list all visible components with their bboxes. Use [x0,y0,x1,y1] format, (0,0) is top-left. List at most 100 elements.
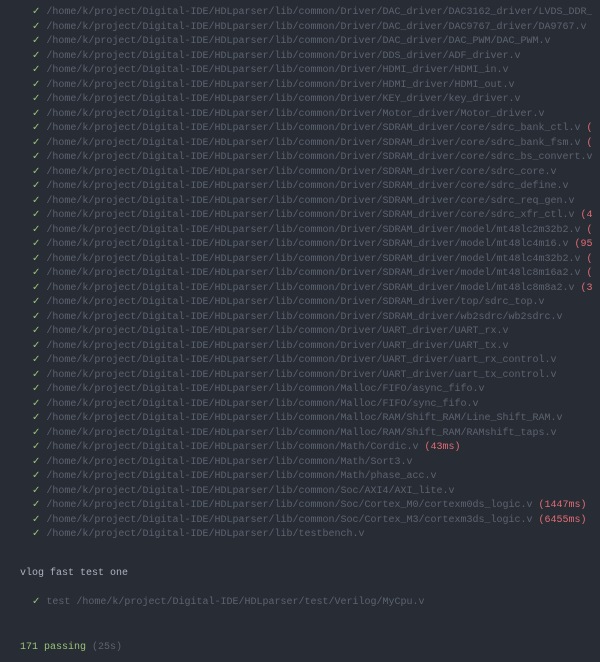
checkmark-icon: ✓ [32,7,40,18]
test-result-line: ✓ /home/k/project/Digital-IDE/HDLparser/… [8,311,592,326]
checkmark-icon: ✓ [32,225,40,236]
checkmark-icon: ✓ [32,399,40,410]
checkmark-icon: ✓ [32,22,40,33]
file-path: /home/k/project/Digital-IDE/HDLparser/li… [46,65,508,76]
section-title: vlog fast test one [20,568,128,579]
file-path: /home/k/project/Digital-IDE/HDLparser/li… [46,457,412,468]
test-result-line: ✓ /home/k/project/Digital-IDE/HDLparser/… [8,325,592,340]
duration-badge: (6455ms) [539,515,587,526]
checkmark-icon: ✓ [32,283,40,294]
file-path: /home/k/project/Digital-IDE/HDLparser/li… [46,471,436,482]
file-path: /home/k/project/Digital-IDE/HDLparser/li… [46,196,574,207]
file-path: /home/k/project/Digital-IDE/HDLparser/li… [46,384,484,395]
file-path: /home/k/project/Digital-IDE/HDLparser/li… [46,312,562,323]
checkmark-icon: ✓ [32,152,40,163]
checkmark-icon: ✓ [32,65,40,76]
file-path: /home/k/project/Digital-IDE/HDLparser/li… [46,326,508,337]
test-result-line: ✓ /home/k/project/Digital-IDE/HDLparser/… [8,64,592,79]
test-result-line: ✓ /home/k/project/Digital-IDE/HDLparser/… [8,456,592,471]
checkmark-icon: ✓ [32,94,40,105]
test-result-line: ✓ /home/k/project/Digital-IDE/HDLparser/… [8,470,592,485]
file-path: /home/k/project/Digital-IDE/HDLparser/li… [46,181,568,192]
test-result-line: ✓ /home/k/project/Digital-IDE/HDLparser/… [8,166,592,181]
duration-badge: (1039ms) [587,254,592,265]
file-path: /home/k/project/Digital-IDE/HDLparser/li… [46,210,574,221]
file-path: /home/k/project/Digital-IDE/HDLparser/li… [46,428,556,439]
checkmark-icon: ✓ [32,167,40,178]
checkmark-icon: ✓ [32,123,40,134]
test-result-line: ✓ /home/k/project/Digital-IDE/HDLparser/… [8,122,592,137]
test-result-line: ✓ /home/k/project/Digital-IDE/HDLparser/… [8,79,592,94]
test-result-line: ✓ /home/k/project/Digital-IDE/HDLparser/… [8,514,592,529]
test-result-line: ✓ /home/k/project/Digital-IDE/HDLparser/… [8,340,592,355]
duration-badge: (176ms) [587,225,592,236]
file-path: /home/k/project/Digital-IDE/HDLparser/li… [46,152,592,163]
checkmark-icon: ✓ [32,36,40,47]
checkmark-icon: ✓ [32,297,40,308]
checkmark-icon: ✓ [32,138,40,149]
test-result-line: ✓ /home/k/project/Digital-IDE/HDLparser/… [8,209,592,224]
test-result-line: ✓ /home/k/project/Digital-IDE/HDLparser/… [8,499,592,514]
test-result-line: ✓ /home/k/project/Digital-IDE/HDLparser/… [8,137,592,152]
test-result-line: ✓ /home/k/project/Digital-IDE/HDLparser/… [8,383,592,398]
duration-badge: (40ms) [587,138,592,149]
checkmark-icon: ✓ [32,341,40,352]
checkmark-icon: ✓ [32,109,40,120]
checkmark-icon: ✓ [32,268,40,279]
file-path: /home/k/project/Digital-IDE/HDLparser/li… [46,413,562,424]
test-section: vlog fast test one ✓ test /home/k/projec… [8,553,592,626]
test-result-line: ✓ /home/k/project/Digital-IDE/HDLparser/… [8,238,592,253]
duration-badge: (1447ms) [539,500,587,511]
file-path: /home/k/project/Digital-IDE/HDLparser/li… [46,94,520,105]
duration-badge: (54ms) [587,123,592,134]
test-result-line: ✓ /home/k/project/Digital-IDE/HDLparser/… [8,21,592,36]
checkmark-icon: ✓ [32,515,40,526]
test-result-line: ✓ /home/k/project/Digital-IDE/HDLparser/… [8,35,592,50]
checkmark-icon: ✓ [32,51,40,62]
test-result-line: ✓ /home/k/project/Digital-IDE/HDLparser/… [8,151,592,166]
file-path: /home/k/project/Digital-IDE/HDLparser/li… [46,442,418,453]
file-path: /home/k/project/Digital-IDE/HDLparser/li… [46,22,586,33]
checkmark-icon: ✓ [32,312,40,323]
checkmark-icon: ✓ [32,442,40,453]
checkmark-icon: ✓ [32,457,40,468]
checkmark-icon: ✓ [32,210,40,221]
file-path: /home/k/project/Digital-IDE/HDLparser/li… [46,500,532,511]
checkmark-icon: ✓ [32,370,40,381]
test-result-line: ✓ /home/k/project/Digital-IDE/HDLparser/… [8,296,592,311]
test-summary: 171 passing (25s) [8,641,592,656]
file-path: /home/k/project/Digital-IDE/HDLparser/li… [46,7,592,18]
test-result-line: ✓ /home/k/project/Digital-IDE/HDLparser/… [8,50,592,65]
test-result-list: ✓ /home/k/project/Digital-IDE/HDLparser/… [8,6,592,543]
file-path: /home/k/project/Digital-IDE/HDLparser/li… [46,36,550,47]
file-path: /home/k/project/Digital-IDE/HDLparser/li… [46,51,520,62]
test-result-line: ✓ /home/k/project/Digital-IDE/HDLparser/… [8,282,592,297]
file-path: /home/k/project/Digital-IDE/HDLparser/li… [46,80,514,91]
file-path: /home/k/project/Digital-IDE/HDLparser/li… [46,239,568,250]
file-path: /home/k/project/Digital-IDE/HDLparser/li… [46,515,532,526]
checkmark-icon: ✓ [32,471,40,482]
duration-badge: (952ms) [575,239,592,250]
test-result-line: ✓ /home/k/project/Digital-IDE/HDLparser/… [8,6,592,21]
checkmark-icon: ✓ [32,529,40,540]
file-path: /home/k/project/Digital-IDE/HDLparser/li… [46,167,556,178]
file-path: /home/k/project/Digital-IDE/HDLparser/li… [46,370,556,381]
test-result-line: ✓ /home/k/project/Digital-IDE/HDLparser/… [8,224,592,239]
test-result-line: ✓ /home/k/project/Digital-IDE/HDLparser/… [8,369,592,384]
checkmark-icon: ✓ [32,80,40,91]
pass-duration: (25s) [92,642,122,653]
checkmark-icon: ✓ [32,326,40,337]
duration-badge: (42ms) [581,210,592,221]
checkmark-icon: ✓ [32,486,40,497]
file-path: /home/k/project/Digital-IDE/HDLparser/li… [46,529,364,540]
file-path: /home/k/project/Digital-IDE/HDLparser/li… [46,297,544,308]
test-result-line: ✓ /home/k/project/Digital-IDE/HDLparser/… [8,354,592,369]
test-label: test /home/k/project/Digital-IDE/HDLpars… [46,597,424,608]
duration-badge: (43ms) [425,442,461,453]
test-result-line: ✓ /home/k/project/Digital-IDE/HDLparser/… [8,485,592,500]
checkmark-icon: ✓ [32,428,40,439]
file-path: /home/k/project/Digital-IDE/HDLparser/li… [46,283,574,294]
checkmark-icon: ✓ [32,597,40,608]
test-result-line: ✓ /home/k/project/Digital-IDE/HDLparser/… [8,528,592,543]
file-path: /home/k/project/Digital-IDE/HDLparser/li… [46,138,580,149]
